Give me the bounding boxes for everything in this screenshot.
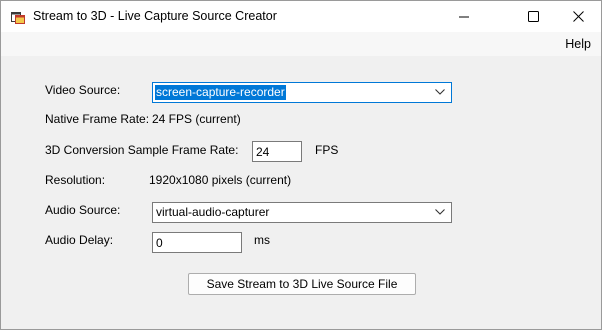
window-title: Stream to 3D - Live Capture Source Creat… xyxy=(33,9,277,23)
app-window: Stream to 3D - Live Capture Source Creat… xyxy=(0,0,602,330)
close-icon xyxy=(572,11,584,22)
app-icon xyxy=(11,10,25,24)
video-source-dropdown[interactable]: screen-capture-recorder xyxy=(152,82,452,103)
menu-help[interactable]: Help xyxy=(565,37,591,51)
maximize-button[interactable] xyxy=(510,1,556,32)
sample-frame-rate-input[interactable]: 24 xyxy=(252,141,302,162)
chevron-down-icon xyxy=(435,89,445,95)
audio-delay-label: Audio Delay: xyxy=(45,233,114,247)
minimize-button[interactable] xyxy=(441,1,487,32)
sample-frame-rate-unit: FPS xyxy=(315,143,339,157)
sample-frame-rate-label: 3D Conversion Sample Frame Rate: xyxy=(45,143,239,157)
minimize-icon xyxy=(459,16,469,17)
chevron-down-icon xyxy=(435,209,445,215)
menu-bar: Help xyxy=(1,32,601,56)
audio-source-label: Audio Source: xyxy=(45,203,121,217)
audio-delay-input[interactable]: 0 xyxy=(152,232,242,253)
save-button[interactable]: Save Stream to 3D Live Source File xyxy=(188,273,416,295)
audio-delay-value: 0 xyxy=(156,236,163,250)
maximize-icon xyxy=(527,11,539,22)
close-button[interactable] xyxy=(555,1,601,32)
resolution-value: 1920x1080 pixels (current) xyxy=(149,173,292,187)
audio-delay-unit: ms xyxy=(254,233,270,247)
native-frame-rate-value: 24 FPS (current) xyxy=(152,112,241,126)
resolution-label: Resolution: xyxy=(45,173,106,187)
video-source-label: Video Source: xyxy=(45,83,121,97)
video-source-value: screen-capture-recorder xyxy=(155,85,286,100)
native-frame-rate-label: Native Frame Rate: xyxy=(45,112,150,126)
audio-source-dropdown[interactable]: virtual-audio-capturer xyxy=(152,202,452,223)
audio-source-value: virtual-audio-capturer xyxy=(156,205,270,219)
title-bar[interactable]: Stream to 3D - Live Capture Source Creat… xyxy=(1,1,601,32)
sample-frame-rate-value: 24 xyxy=(256,145,270,159)
